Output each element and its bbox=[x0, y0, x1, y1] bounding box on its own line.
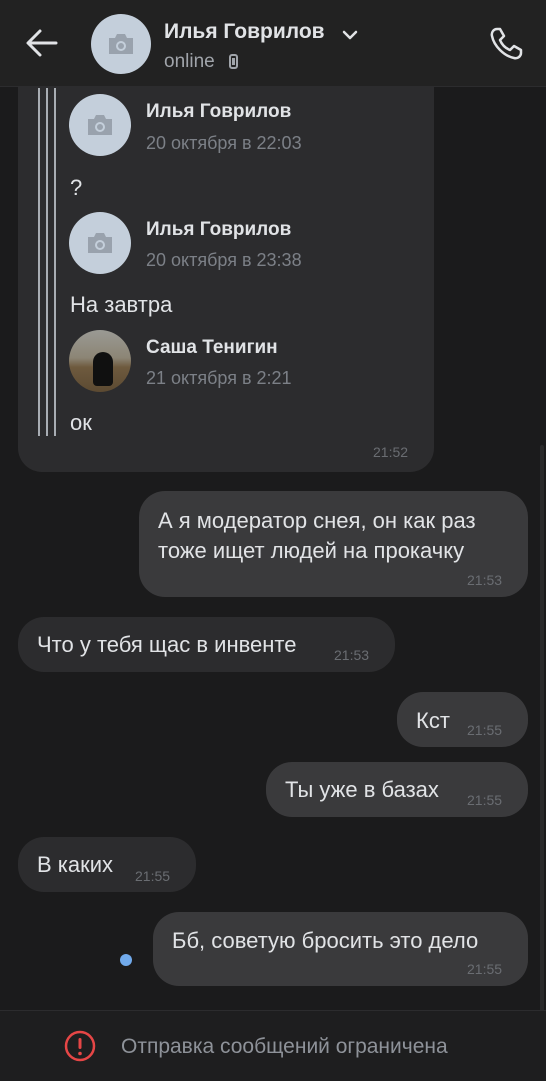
avatar[interactable] bbox=[91, 14, 151, 74]
message-time: 21:55 bbox=[467, 792, 503, 808]
forwarded-date: 21 октября в 2:21 bbox=[146, 368, 292, 388]
message-time: 21:53 bbox=[467, 572, 503, 588]
message-time: 21:53 bbox=[334, 647, 370, 663]
forwarded-date: 20 октября в 22:03 bbox=[146, 133, 302, 153]
camera-icon bbox=[88, 233, 112, 253]
chat-header: Илья Говрилов online bbox=[0, 0, 546, 87]
message-time: 21:55 bbox=[467, 722, 503, 738]
mobile-icon bbox=[229, 54, 238, 69]
message-time: 21:52 bbox=[373, 444, 409, 460]
message-text-line: тоже ищет людей на прокачку bbox=[158, 538, 465, 563]
phone-icon[interactable] bbox=[486, 24, 526, 64]
forwarded-author[interactable]: Саша Тенигин bbox=[146, 337, 278, 359]
restriction-notice: Отправка сообщений ограничена bbox=[121, 1035, 448, 1058]
forwarded-text: На завтра bbox=[70, 292, 173, 317]
avatar[interactable] bbox=[69, 212, 131, 274]
message-text: Бб, советую бросить это дело bbox=[172, 928, 479, 953]
contact-name[interactable]: Илья Говрилов bbox=[164, 20, 325, 44]
forwarded-date: 20 октября в 23:38 bbox=[146, 250, 302, 270]
camera-icon bbox=[88, 115, 112, 135]
forward-indicator-bar bbox=[46, 88, 48, 436]
message-text: Кст bbox=[416, 708, 450, 733]
scrollbar[interactable] bbox=[540, 445, 544, 1015]
message-text-line: А я модератор снея, он как раз bbox=[158, 508, 476, 533]
forwarded-text: ок bbox=[70, 410, 92, 435]
message-time: 21:55 bbox=[467, 961, 503, 977]
message-text: В каких bbox=[37, 852, 114, 877]
message-text: Ты уже в базах bbox=[285, 777, 439, 802]
unread-indicator bbox=[120, 954, 132, 966]
composer-restricted-bar: Отправка сообщений ограничена bbox=[0, 1010, 546, 1081]
contact-status: online bbox=[164, 51, 215, 72]
warning-icon bbox=[64, 1030, 96, 1062]
forwarded-author[interactable]: Илья Говрилов bbox=[146, 101, 291, 123]
forwarded-text: ? bbox=[70, 175, 83, 200]
chevron-down-icon[interactable] bbox=[340, 27, 360, 43]
message-text: Что у тебя щас в инвенте bbox=[37, 632, 297, 657]
avatar-photo-figure bbox=[93, 352, 113, 386]
back-arrow-icon[interactable] bbox=[24, 27, 60, 59]
avatar[interactable] bbox=[69, 330, 131, 392]
forwarded-author[interactable]: Илья Говрилов bbox=[146, 219, 291, 241]
avatar[interactable] bbox=[69, 94, 131, 156]
forward-indicator-bar bbox=[38, 88, 40, 436]
message-time: 21:55 bbox=[135, 868, 171, 884]
forward-indicator-bar bbox=[54, 88, 56, 436]
camera-icon bbox=[109, 34, 133, 54]
